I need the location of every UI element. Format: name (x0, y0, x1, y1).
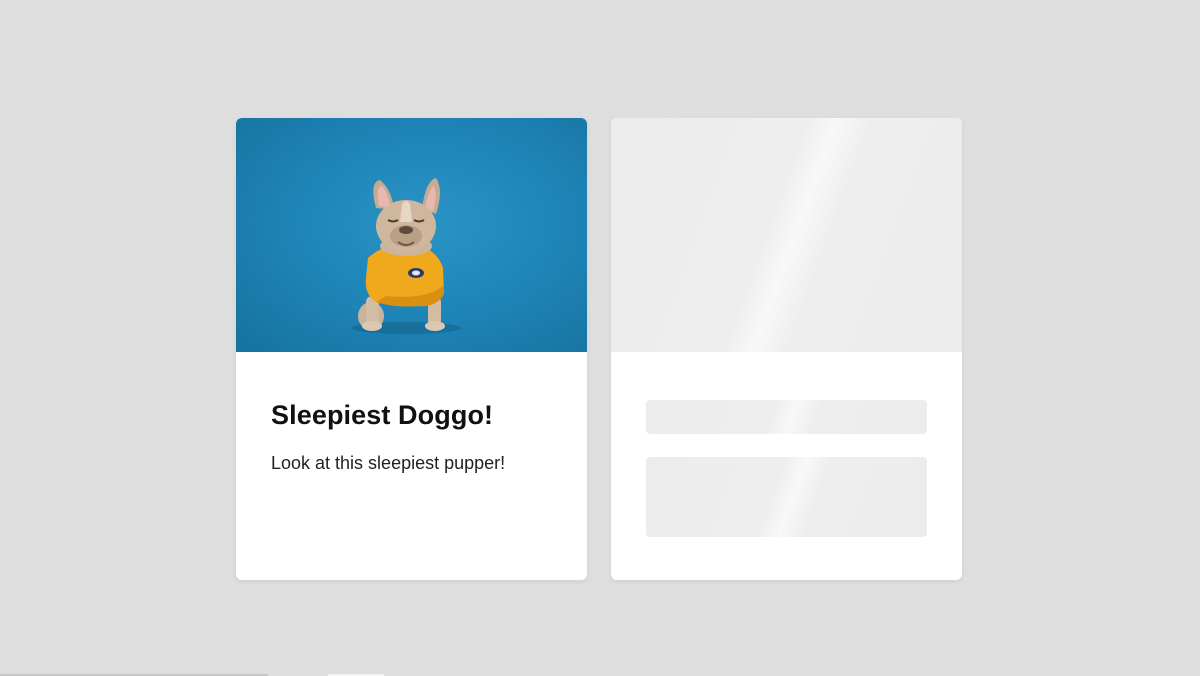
skeleton-image-placeholder (611, 118, 962, 352)
skeleton-card-body (611, 352, 962, 537)
skeleton-text-placeholder (646, 457, 927, 537)
dog-photo (236, 118, 587, 352)
dog-card-body: Sleepiest Doggo! Look at this sleepiest … (236, 352, 587, 474)
skeleton-title-placeholder (646, 400, 927, 434)
card-title: Sleepiest Doggo! (271, 400, 494, 430)
dog-card: Sleepiest Doggo! Look at this sleepiest … (236, 118, 587, 580)
skeleton-card (611, 118, 962, 580)
dog-illustration (351, 178, 461, 334)
page: Sleepiest Doggo! Look at this sleepiest … (0, 0, 1200, 676)
card-description: Look at this sleepiest pupper! (271, 453, 506, 473)
